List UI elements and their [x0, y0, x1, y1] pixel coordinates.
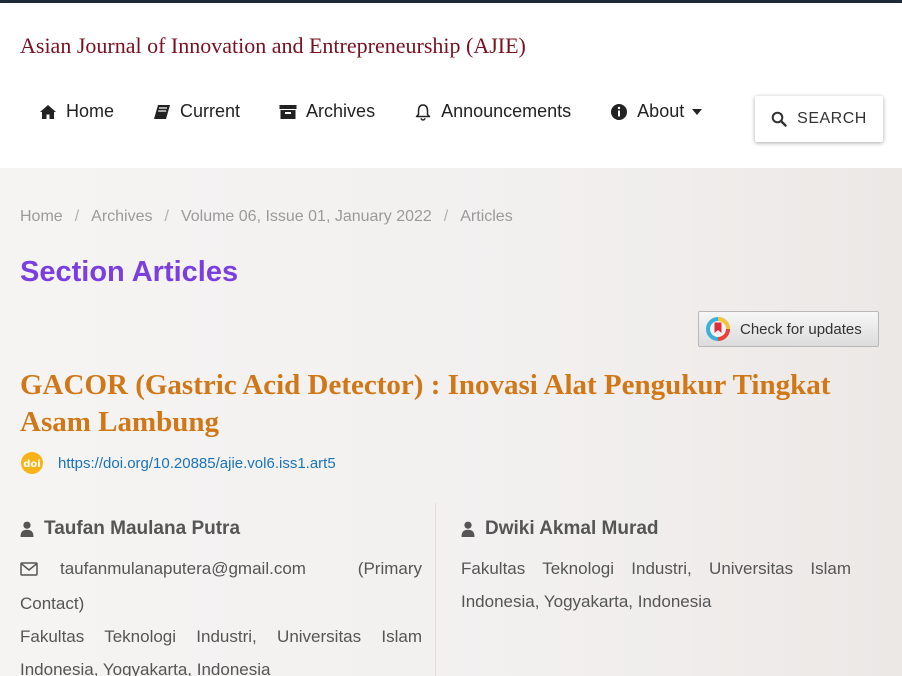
author-name: Dwiki Akmal Murad	[485, 518, 659, 539]
breadcrumb-separator: /	[443, 208, 449, 225]
breadcrumb-home[interactable]: Home	[20, 208, 63, 225]
breadcrumb-current: Articles	[460, 208, 513, 225]
user-icon	[20, 521, 34, 537]
nav-item-about[interactable]: About	[609, 101, 703, 122]
doi-row: doi https://doi.org/10.20885/ajie.vol6.i…	[20, 451, 336, 475]
site-title[interactable]: Asian Journal of Innovation and Entrepre…	[20, 33, 526, 59]
nav-item-archives[interactable]: Archives	[278, 101, 375, 122]
author-divider	[435, 503, 436, 676]
nav-item-home[interactable]: Home	[38, 101, 114, 122]
bell-icon	[413, 102, 433, 122]
check-for-updates-button[interactable]: Check for updates	[698, 311, 879, 347]
breadcrumb-separator: /	[164, 208, 169, 225]
main-content: Home / Archives / Volume 06, Issue 01, Janua…	[0, 168, 902, 676]
nav-label: Archives	[306, 101, 376, 121]
breadcrumb-issue[interactable]: Volume 06, Issue 01, January 2022	[181, 208, 432, 225]
article-title[interactable]: GACOR (Gastric Acid Detector) : Inovasi …	[20, 367, 880, 441]
author-card: Taufan Maulana Putra taufanmulanaputera@…	[20, 518, 422, 676]
doi-link[interactable]: https://doi.org/10.20885/ajie.vol6.iss1.…	[58, 455, 336, 472]
nav-label: Home	[66, 101, 115, 121]
author-name-row: Taufan Maulana Putra	[20, 518, 422, 540]
search-icon	[771, 111, 787, 127]
home-icon	[38, 102, 58, 122]
author-name-row: Dwiki Akmal Murad	[461, 518, 851, 540]
svg-text:doi: doi	[23, 459, 40, 470]
search-button[interactable]: SEARCH	[755, 96, 883, 142]
author-affiliation: Fakultas Teknologi Industri, Universitas…	[20, 627, 422, 676]
nav-label: About	[637, 101, 685, 121]
archive-icon	[278, 102, 298, 122]
crossmark-icon	[705, 316, 731, 342]
author-name: Taufan Maulana Putra	[44, 518, 241, 539]
breadcrumb: Home / Archives / Volume 06, Issue 01, Janua…	[20, 208, 513, 226]
main-nav: Home Current Archives Announcements Abou…	[38, 101, 740, 122]
site-header: Asian Journal of Innovation and Entrepre…	[0, 3, 902, 168]
chevron-down-icon	[692, 108, 703, 115]
breadcrumb-archives[interactable]: Archives	[91, 208, 152, 225]
envelope-icon	[20, 554, 38, 587]
search-label: SEARCH	[797, 110, 867, 127]
author-affiliation: Fakultas Teknologi Industri, Universitas…	[461, 559, 851, 611]
nav-label: Current	[180, 101, 241, 121]
info-icon	[609, 102, 629, 122]
section-title: Section Articles	[20, 256, 239, 288]
breadcrumb-separator: /	[74, 208, 80, 225]
doi-icon: doi	[20, 451, 44, 475]
nav-item-current[interactable]: Current	[152, 101, 240, 122]
user-icon	[461, 521, 475, 537]
author-email[interactable]: taufanmulanaputera@gmail.com	[60, 559, 306, 578]
book-icon	[152, 102, 172, 122]
nav-label: Announcements	[441, 101, 572, 121]
nav-item-announcements[interactable]: Announcements	[413, 101, 571, 122]
author-email-line: taufanmulanaputera@gmail.com (Primary Co…	[20, 552, 422, 620]
check-for-updates-label: Check for updates	[740, 320, 862, 338]
author-card: Dwiki Akmal Murad Fakultas Teknologi Ind…	[461, 518, 851, 618]
